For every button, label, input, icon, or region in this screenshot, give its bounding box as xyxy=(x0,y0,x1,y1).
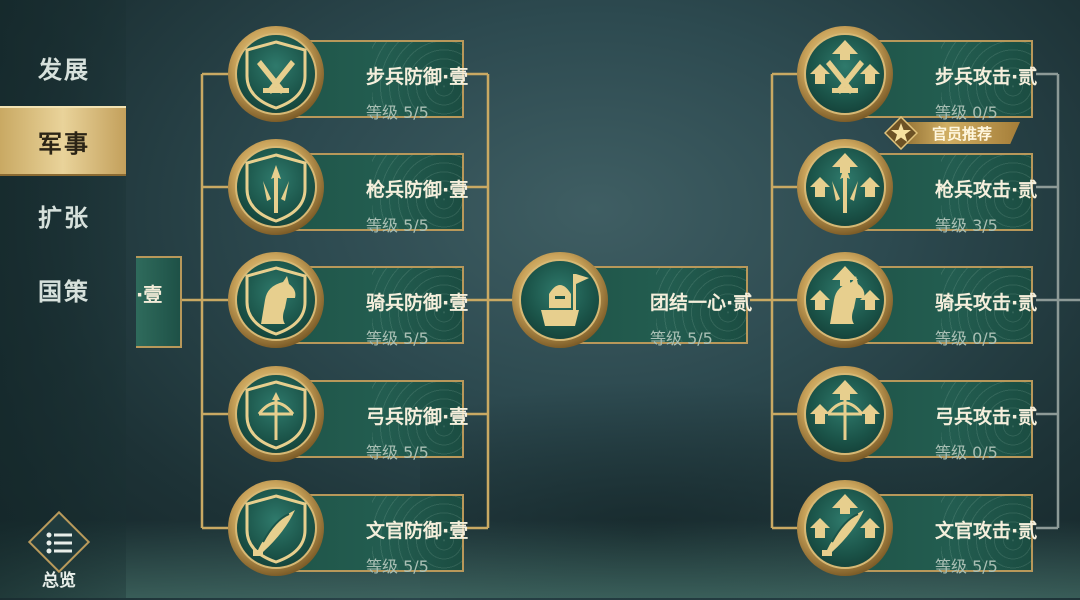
unity-center-medal[interactable] xyxy=(512,252,608,348)
cavalry-attack-node[interactable]: 骑兵攻击·贰 等级 0/5 xyxy=(797,252,1037,348)
cavalry-defense-node[interactable]: 骑兵防御·壹 等级 5/5 xyxy=(228,252,468,348)
archer-attack-node[interactable]: 弓兵攻击·贰 等级 0/5 xyxy=(797,366,1037,462)
official-defense-level: 等级 5/5 xyxy=(366,557,429,576)
archer-defense-node[interactable]: 弓兵防御·壹 等级 5/5 xyxy=(228,366,468,462)
spear-attack-medal[interactable] xyxy=(797,139,893,235)
list-icon xyxy=(46,532,72,554)
official-attack-node[interactable]: 文官攻击·贰 等级 5/5 xyxy=(797,480,1037,576)
star-icon xyxy=(884,116,918,150)
infantry-attack-name: 步兵攻击·贰 xyxy=(935,66,1038,88)
menu-item-national-policy[interactable]: 国策 xyxy=(0,254,126,324)
spear-defense-medal[interactable] xyxy=(228,139,324,235)
spear-defense-node[interactable]: 枪兵防御·壹 等级 5/5 xyxy=(228,139,468,235)
badge-text: 官员推荐 xyxy=(932,125,993,143)
official-recommend-badge: 官员推荐 xyxy=(884,116,1024,150)
menu-item-development[interactable]: 发展 xyxy=(0,32,126,102)
overview-button[interactable]: 总览 xyxy=(26,510,92,591)
spear-attack-level: 等级 3/5 xyxy=(935,216,998,235)
cavalry-defense-level: 等级 5/5 xyxy=(366,329,429,348)
unity-center-level: 等级 5/5 xyxy=(650,329,713,348)
official-defense-name: 文官防御·壹 xyxy=(366,520,469,542)
cavalry-defense-name: 骑兵防御·壹 xyxy=(366,292,469,314)
archer-attack-name: 弓兵攻击·贰 xyxy=(935,406,1038,428)
official-defense-medal[interactable] xyxy=(228,480,324,576)
overview-label: 总览 xyxy=(42,571,76,591)
archer-defense-medal[interactable] xyxy=(228,366,324,462)
official-attack-level: 等级 5/5 xyxy=(935,557,998,576)
official-attack-name: 文官攻击·贰 xyxy=(935,520,1038,542)
unity-center-name: 团结一心·贰 xyxy=(650,292,753,314)
menu-item-military[interactable]: 军事 xyxy=(0,106,126,176)
infantry-defense-medal[interactable] xyxy=(228,26,324,122)
archer-attack-medal[interactable] xyxy=(797,366,893,462)
cavalry-attack-medal[interactable] xyxy=(797,252,893,348)
spear-attack-node[interactable]: 枪兵攻击·贰 等级 3/5 xyxy=(797,139,1037,235)
infantry-defense-node[interactable]: 步兵防御·壹 等级 5/5 xyxy=(228,26,468,122)
spear-defense-name: 枪兵防御·壹 xyxy=(366,179,469,201)
cavalry-defense-medal[interactable] xyxy=(228,252,324,348)
archer-defense-name: 弓兵防御·壹 xyxy=(366,406,469,428)
category-sidebar: 发展 军事 扩张 国策 总览 xyxy=(0,0,126,598)
infantry-defense-level: 等级 5/5 xyxy=(366,103,429,122)
official-defense-node[interactable]: 文官防御·壹 等级 5/5 xyxy=(228,480,468,576)
official-attack-medal[interactable] xyxy=(797,480,893,576)
infantry-defense-name: 步兵防御·壹 xyxy=(366,66,469,88)
unity-center-node[interactable]: 团结一心·贰 等级 5/5 xyxy=(512,252,752,348)
archer-attack-level: 等级 0/5 xyxy=(935,443,998,462)
previous-node-label: ·壹 xyxy=(136,284,163,306)
infantry-attack-medal[interactable] xyxy=(797,26,893,122)
cavalry-attack-name: 骑兵攻击·贰 xyxy=(935,292,1038,314)
archer-defense-level: 等级 5/5 xyxy=(366,443,429,462)
menu-item-expansion[interactable]: 扩张 xyxy=(0,180,126,250)
infantry-attack-node[interactable]: 步兵攻击·贰 等级 0/5 xyxy=(797,26,1037,122)
spear-attack-name: 枪兵攻击·贰 xyxy=(935,179,1038,201)
previous-node-partial[interactable]: ·壹 xyxy=(136,256,182,348)
spear-defense-level: 等级 5/5 xyxy=(366,216,429,235)
cavalry-attack-level: 等级 0/5 xyxy=(935,329,998,348)
